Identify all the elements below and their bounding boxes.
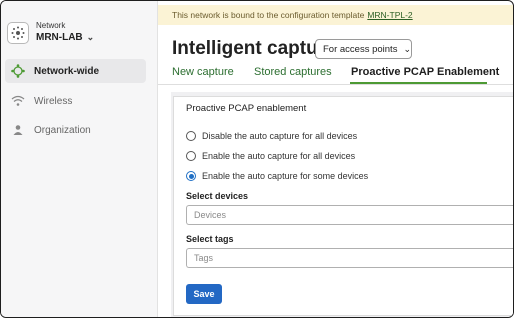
devices-input[interactable]: Devices: [186, 205, 513, 225]
radio-button[interactable]: [186, 131, 196, 141]
network-icon: [7, 21, 29, 44]
banner-text: This network is bound to the configurati…: [172, 10, 365, 20]
chevron-down-icon: ⌄: [403, 43, 411, 54]
tags-input[interactable]: Tags: [186, 248, 513, 268]
scope-select-value: For access points: [323, 43, 398, 55]
wifi-icon: [10, 93, 26, 109]
template-banner: This network is bound to the configurati…: [158, 5, 513, 25]
tabs-divider: [158, 84, 513, 85]
template-link[interactable]: MRN-TPL-2: [367, 10, 412, 20]
devices-label: Select devices: [186, 191, 249, 201]
radio-label: Disable the auto capture for all devices: [202, 131, 358, 141]
sidebar-item-network-wide[interactable]: Network-wide: [5, 59, 146, 83]
page-title: Intelligent capture: [172, 38, 336, 59]
tab-new-capture[interactable]: New capture: [172, 66, 234, 78]
radio-label: Enable the auto capture for all devices: [202, 151, 356, 161]
devices-placeholder: Devices: [194, 210, 227, 220]
radio-label: Enable the auto capture for some devices: [202, 171, 369, 181]
network-name: MRN-LAB: [36, 32, 83, 43]
radio-enable-all[interactable]: Enable the auto capture for all devices: [186, 151, 355, 161]
tags-placeholder: Tags: [194, 253, 214, 263]
network-selector[interactable]: Network MRN-LAB ⌄: [7, 21, 94, 44]
card-title: Proactive PCAP enablement: [186, 103, 307, 114]
scope-select[interactable]: For access points ⌄: [315, 39, 412, 59]
network-label: Network: [36, 21, 66, 30]
tags-label: Select tags: [186, 234, 234, 244]
save-button[interactable]: Save: [186, 284, 222, 304]
sidebar-item-organization[interactable]: Organization: [5, 118, 146, 142]
sidebar-item-wireless[interactable]: Wireless: [5, 89, 146, 113]
sidebar: Network MRN-LAB ⌄ Network-wide Wireless …: [1, 1, 158, 317]
sidebar-item-label: Network-wide: [34, 65, 100, 77]
radio-disable-all[interactable]: Disable the auto capture for all devices: [186, 131, 357, 141]
organization-icon: [10, 122, 26, 138]
app-window: Network MRN-LAB ⌄ Network-wide Wireless …: [0, 0, 514, 318]
active-tab-indicator: [350, 82, 487, 84]
network-wide-icon: [10, 63, 26, 79]
sidebar-item-label: Wireless: [34, 95, 73, 107]
radio-button[interactable]: [186, 151, 196, 161]
tab-stored-captures[interactable]: Stored captures: [254, 66, 332, 78]
radio-enable-some[interactable]: Enable the auto capture for some devices: [186, 171, 368, 181]
tab-proactive-pcap[interactable]: Proactive PCAP Enablement: [351, 66, 499, 78]
sidebar-item-label: Organization: [34, 124, 91, 136]
chevron-down-icon: ⌄: [86, 32, 95, 42]
radio-button-selected[interactable]: [186, 171, 196, 181]
